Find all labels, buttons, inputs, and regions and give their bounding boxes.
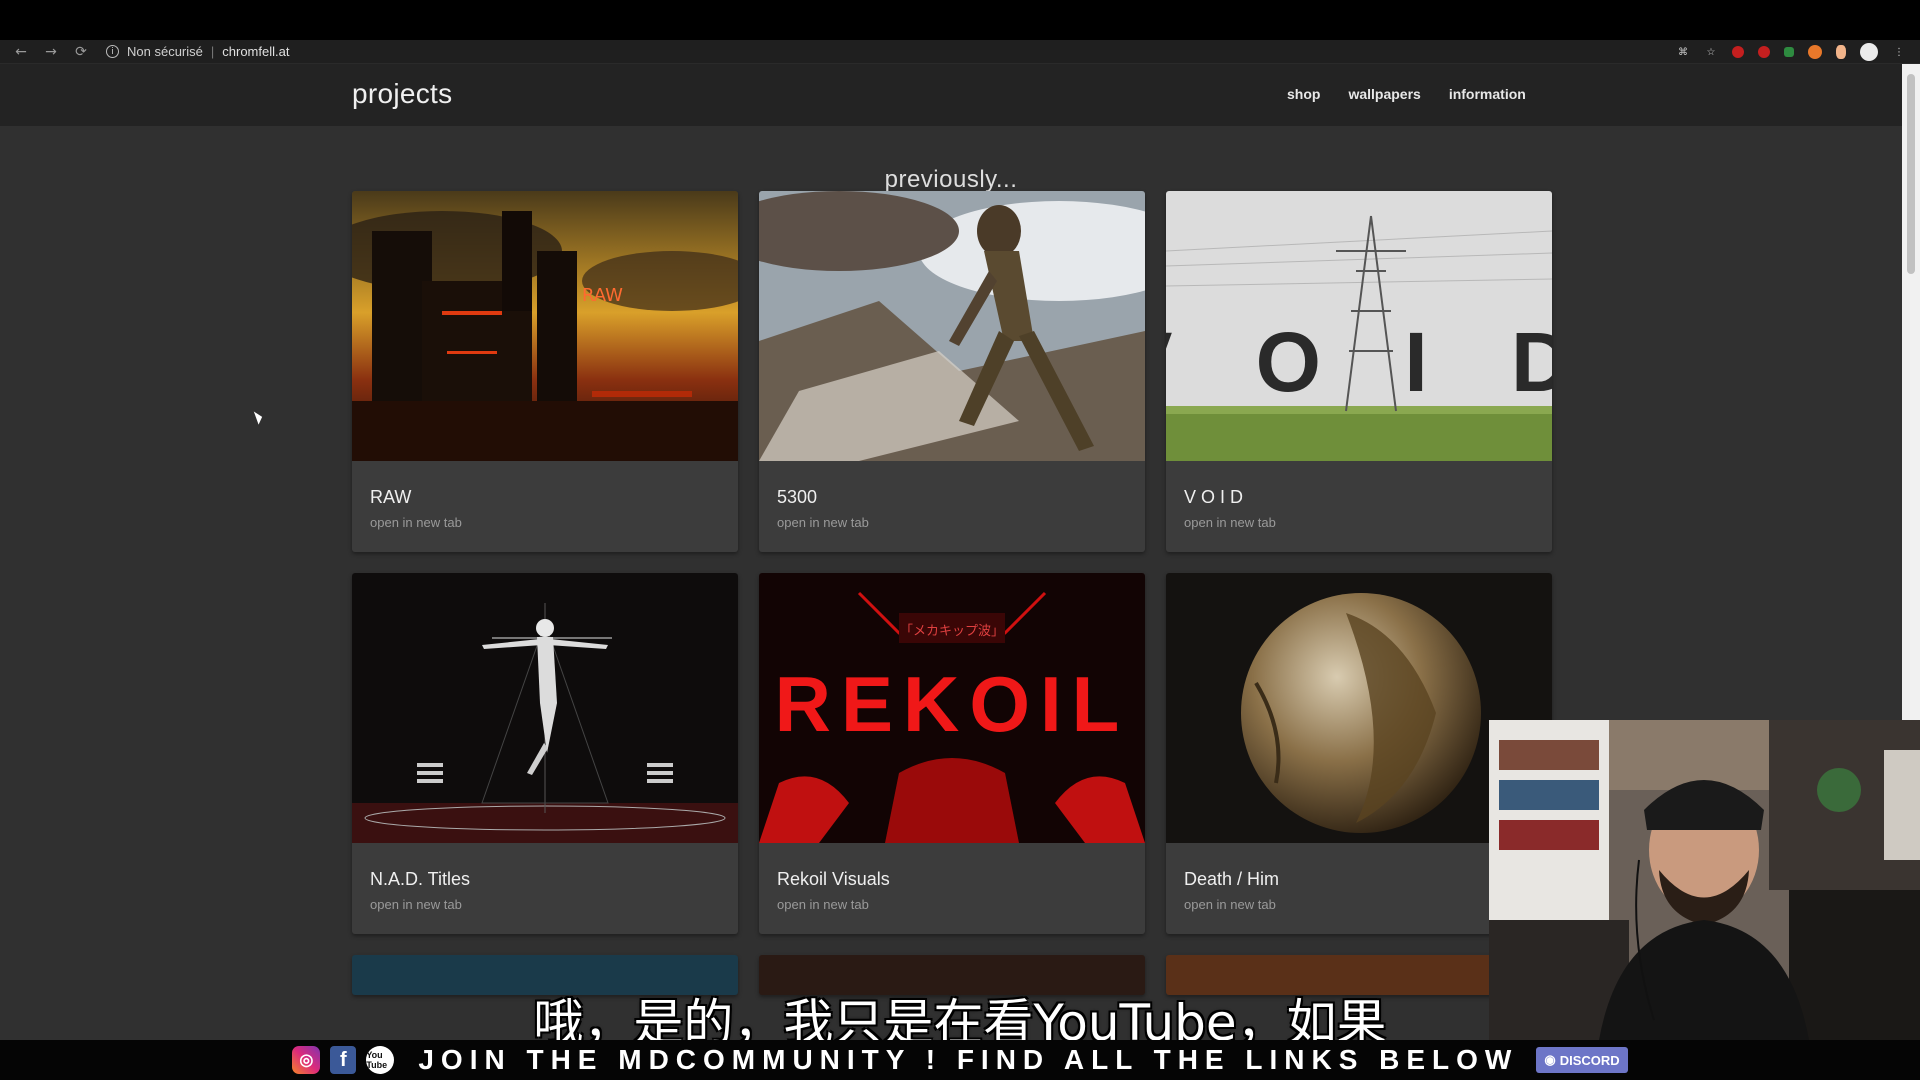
open-in-new-tab-link[interactable]: open in new tab	[777, 515, 869, 530]
instagram-icon[interactable]: ◎	[292, 1046, 321, 1074]
extension-green-icon[interactable]	[1784, 47, 1794, 57]
facebook-icon[interactable]: f	[330, 1046, 357, 1074]
reload-button[interactable]: ⟳	[66, 40, 96, 64]
ublock-icon[interactable]	[1758, 46, 1770, 58]
back-button[interactable]: ←	[6, 40, 36, 64]
scroll-thumb[interactable]	[1907, 74, 1915, 274]
project-title[interactable]: RAW	[370, 487, 411, 508]
screen-top-bar	[0, 0, 1920, 40]
extension-red-icon[interactable]	[1732, 46, 1744, 58]
extension-peach-icon[interactable]	[1836, 45, 1846, 59]
translate-icon[interactable]: ⌘	[1676, 45, 1690, 59]
forward-button[interactable]: →	[36, 40, 66, 64]
project-card-raw[interactable]: RAW RAW open in new tab	[352, 191, 738, 552]
browser-toolbar: ← → ⟳ i Non sécurisé | chromfell.at ⌘ ☆ …	[0, 40, 1920, 64]
discord-badge[interactable]: ◉ DISCORD	[1536, 1047, 1628, 1073]
security-status: Non sécurisé	[127, 44, 203, 59]
project-card-rekoil-visuals[interactable]: 「メカキップ波」 REKOIL Rekoil Visuals open in n…	[759, 573, 1145, 934]
project-title[interactable]: V O I D	[1184, 487, 1243, 508]
url-separator: |	[210, 44, 215, 59]
youtube-icon[interactable]: You Tube	[366, 1046, 395, 1074]
open-in-new-tab-link[interactable]: open in new tab	[777, 897, 869, 912]
project-title[interactable]: Rekoil Visuals	[777, 869, 890, 890]
url-text[interactable]: chromfell.at	[222, 44, 289, 59]
extension-orange-icon[interactable]	[1808, 45, 1822, 59]
project-title[interactable]: N.A.D. Titles	[370, 869, 470, 890]
discord-icon: ◉	[1544, 1052, 1556, 1067]
project-thumbnail[interactable]: 「メカキップ波」 REKOIL	[759, 573, 1145, 843]
project-title[interactable]: 5300	[777, 487, 817, 508]
project-thumbnail[interactable]	[759, 191, 1145, 461]
project-card-5300[interactable]: 5300 open in new tab	[759, 191, 1145, 552]
profile-avatar-icon[interactable]	[1860, 43, 1878, 61]
project-card-void[interactable]: V O I D V O I D open in new tab	[1166, 191, 1552, 552]
site-header: projects shop wallpapers information	[0, 64, 1902, 126]
project-thumbnail[interactable]: RAW	[352, 191, 738, 461]
nav-information-link[interactable]: information	[1449, 86, 1526, 102]
extension-icons: ⌘ ☆ ⋮	[1676, 40, 1906, 64]
project-card-nad-titles[interactable]: N.A.D. Titles open in new tab	[352, 573, 738, 934]
raw-thumb-text: RAW	[582, 285, 623, 306]
section-title: previously...	[884, 166, 1018, 193]
project-thumbnail[interactable]: V O I D	[1166, 191, 1552, 461]
void-thumb-text: V O I D	[1166, 315, 1552, 409]
community-banner: ◎ f You Tube JOIN THE MDCOMMUNITY ! FIND…	[0, 1040, 1920, 1080]
site-nav: shop wallpapers information	[1287, 86, 1526, 102]
rekoil-small-text: 「メカキップ波」	[900, 624, 1004, 639]
open-in-new-tab-link[interactable]: open in new tab	[370, 897, 462, 912]
open-in-new-tab-link[interactable]: open in new tab	[1184, 515, 1276, 530]
nav-shop-link[interactable]: shop	[1287, 86, 1320, 102]
project-title[interactable]: Death / Him	[1184, 869, 1279, 890]
star-icon[interactable]: ☆	[1704, 45, 1718, 59]
project-thumbnail[interactable]	[352, 573, 738, 843]
info-icon[interactable]: i	[106, 45, 119, 58]
open-in-new-tab-link[interactable]: open in new tab	[1184, 897, 1276, 912]
nav-wallpapers-link[interactable]: wallpapers	[1348, 86, 1420, 102]
address-bar[interactable]: i Non sécurisé | chromfell.at	[106, 42, 289, 62]
banner-text: JOIN THE MDCOMMUNITY ! FIND ALL THE LINK…	[418, 1044, 1519, 1075]
open-in-new-tab-link[interactable]: open in new tab	[370, 515, 462, 530]
rekoil-thumb-text: REKOIL	[775, 660, 1130, 748]
site-title[interactable]: projects	[352, 78, 452, 110]
discord-label: DISCORD	[1559, 1052, 1620, 1068]
menu-dots-icon[interactable]: ⋮	[1892, 45, 1906, 59]
